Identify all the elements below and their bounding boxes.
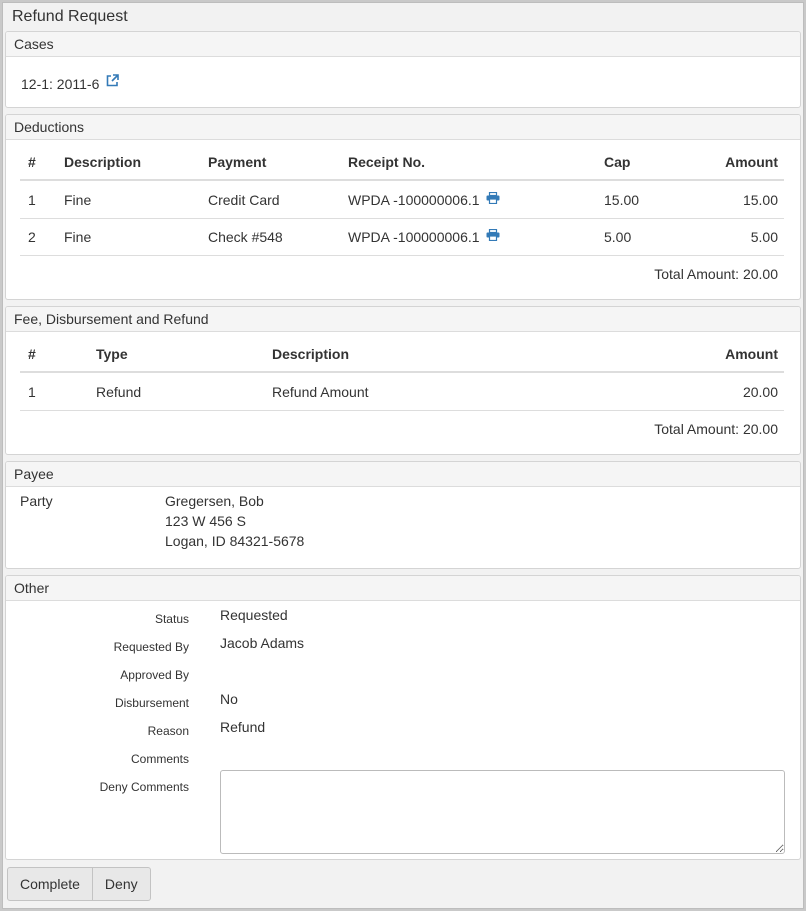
row-receipt: WPDA -100000006.1 [348, 192, 500, 209]
status-value: Requested [220, 607, 288, 623]
deductions-panel: Deductions # Description Payment Receipt… [5, 114, 801, 300]
col-header-amount: Amount [725, 154, 778, 170]
row-cap: 5.00 [604, 229, 632, 245]
fees-total: Total Amount: 20.00 [654, 421, 778, 437]
disbursement-label: Disbursement [114, 696, 189, 710]
cases-heading: Cases [6, 32, 800, 57]
payee-heading: Payee [6, 462, 800, 487]
col-header-amount: Amount [725, 346, 778, 362]
requested-by-value: Jacob Adams [220, 635, 305, 651]
deny-comments-textarea[interactable] [220, 770, 785, 854]
print-icon[interactable] [486, 191, 500, 207]
fees-heading: Fee, Disbursement and Refund [6, 307, 800, 332]
window-title: Refund Request [12, 8, 128, 25]
payee-party-label: Party [20, 493, 53, 509]
row-divider [20, 410, 784, 411]
col-header-description: Description [272, 346, 350, 362]
col-header-num: # [28, 154, 36, 170]
col-header-receipt: Receipt No. [348, 154, 426, 170]
row-description: Fine [64, 192, 92, 208]
other-panel: Other Status Requested Requested By Jaco… [5, 575, 801, 860]
reason-label: Reason [147, 724, 189, 738]
cases-panel: Cases 12-1: 2011-6 [5, 31, 801, 108]
row-receipt: WPDA -100000006.1 [348, 229, 500, 246]
case-link[interactable]: 12-1: 2011-6 [21, 74, 120, 93]
fees-panel: Fee, Disbursement and Refund # Type Desc… [5, 306, 801, 455]
case-link-text[interactable]: 12-1: 2011-6 [21, 76, 99, 92]
deny-comments-label: Deny Comments [99, 780, 189, 794]
row-cap: 15.00 [604, 192, 640, 208]
refund-request-window: Refund Request Cases 12-1: 2011-6 Deduct… [2, 2, 804, 909]
payee-panel: Payee Party Gregersen, Bob 123 W 456 S L… [5, 461, 801, 569]
reason-value: Refund [220, 719, 266, 735]
row-divider [20, 218, 784, 219]
disbursement-value: No [220, 691, 238, 707]
row-num: 2 [28, 229, 36, 245]
row-amount: 5.00 [750, 229, 778, 245]
row-num: 1 [28, 384, 36, 400]
approved-by-label: Approved By [120, 668, 189, 682]
row-divider [20, 255, 784, 256]
deny-button[interactable]: Deny [92, 867, 151, 901]
col-header-cap: Cap [604, 154, 631, 170]
row-num: 1 [28, 192, 36, 208]
row-description: Fine [64, 229, 92, 245]
row-amount: 20.00 [742, 384, 778, 400]
print-icon[interactable] [486, 228, 500, 244]
row-type: Refund [96, 384, 142, 400]
deductions-total: Total Amount: 20.00 [654, 266, 778, 282]
payee-name: Gregersen, Bob [165, 493, 264, 509]
header-divider [20, 179, 784, 181]
external-link-icon[interactable] [106, 74, 120, 90]
comments-label: Comments [130, 752, 189, 766]
col-header-description: Description [64, 154, 142, 170]
payee-address-line2: Logan, ID 84321-5678 [165, 533, 305, 549]
complete-button[interactable]: Complete [7, 867, 93, 901]
action-bar: Complete Deny [7, 867, 151, 901]
col-header-num: # [28, 346, 36, 362]
payee-address-line1: 123 W 456 S [165, 513, 246, 529]
requested-by-label: Requested By [113, 640, 189, 654]
row-payment: Check #548 [208, 229, 283, 245]
deductions-heading: Deductions [6, 115, 800, 140]
col-header-type: Type [96, 346, 128, 362]
receipt-number: WPDA -100000006.1 [348, 192, 480, 208]
row-payment: Credit Card [208, 192, 280, 208]
col-header-payment: Payment [208, 154, 267, 170]
header-divider [20, 371, 784, 373]
row-amount: 15.00 [742, 192, 778, 208]
receipt-number: WPDA -100000006.1 [348, 229, 480, 245]
row-description: Refund Amount [272, 384, 369, 400]
status-label: Status [154, 612, 189, 626]
other-heading: Other [6, 576, 800, 601]
